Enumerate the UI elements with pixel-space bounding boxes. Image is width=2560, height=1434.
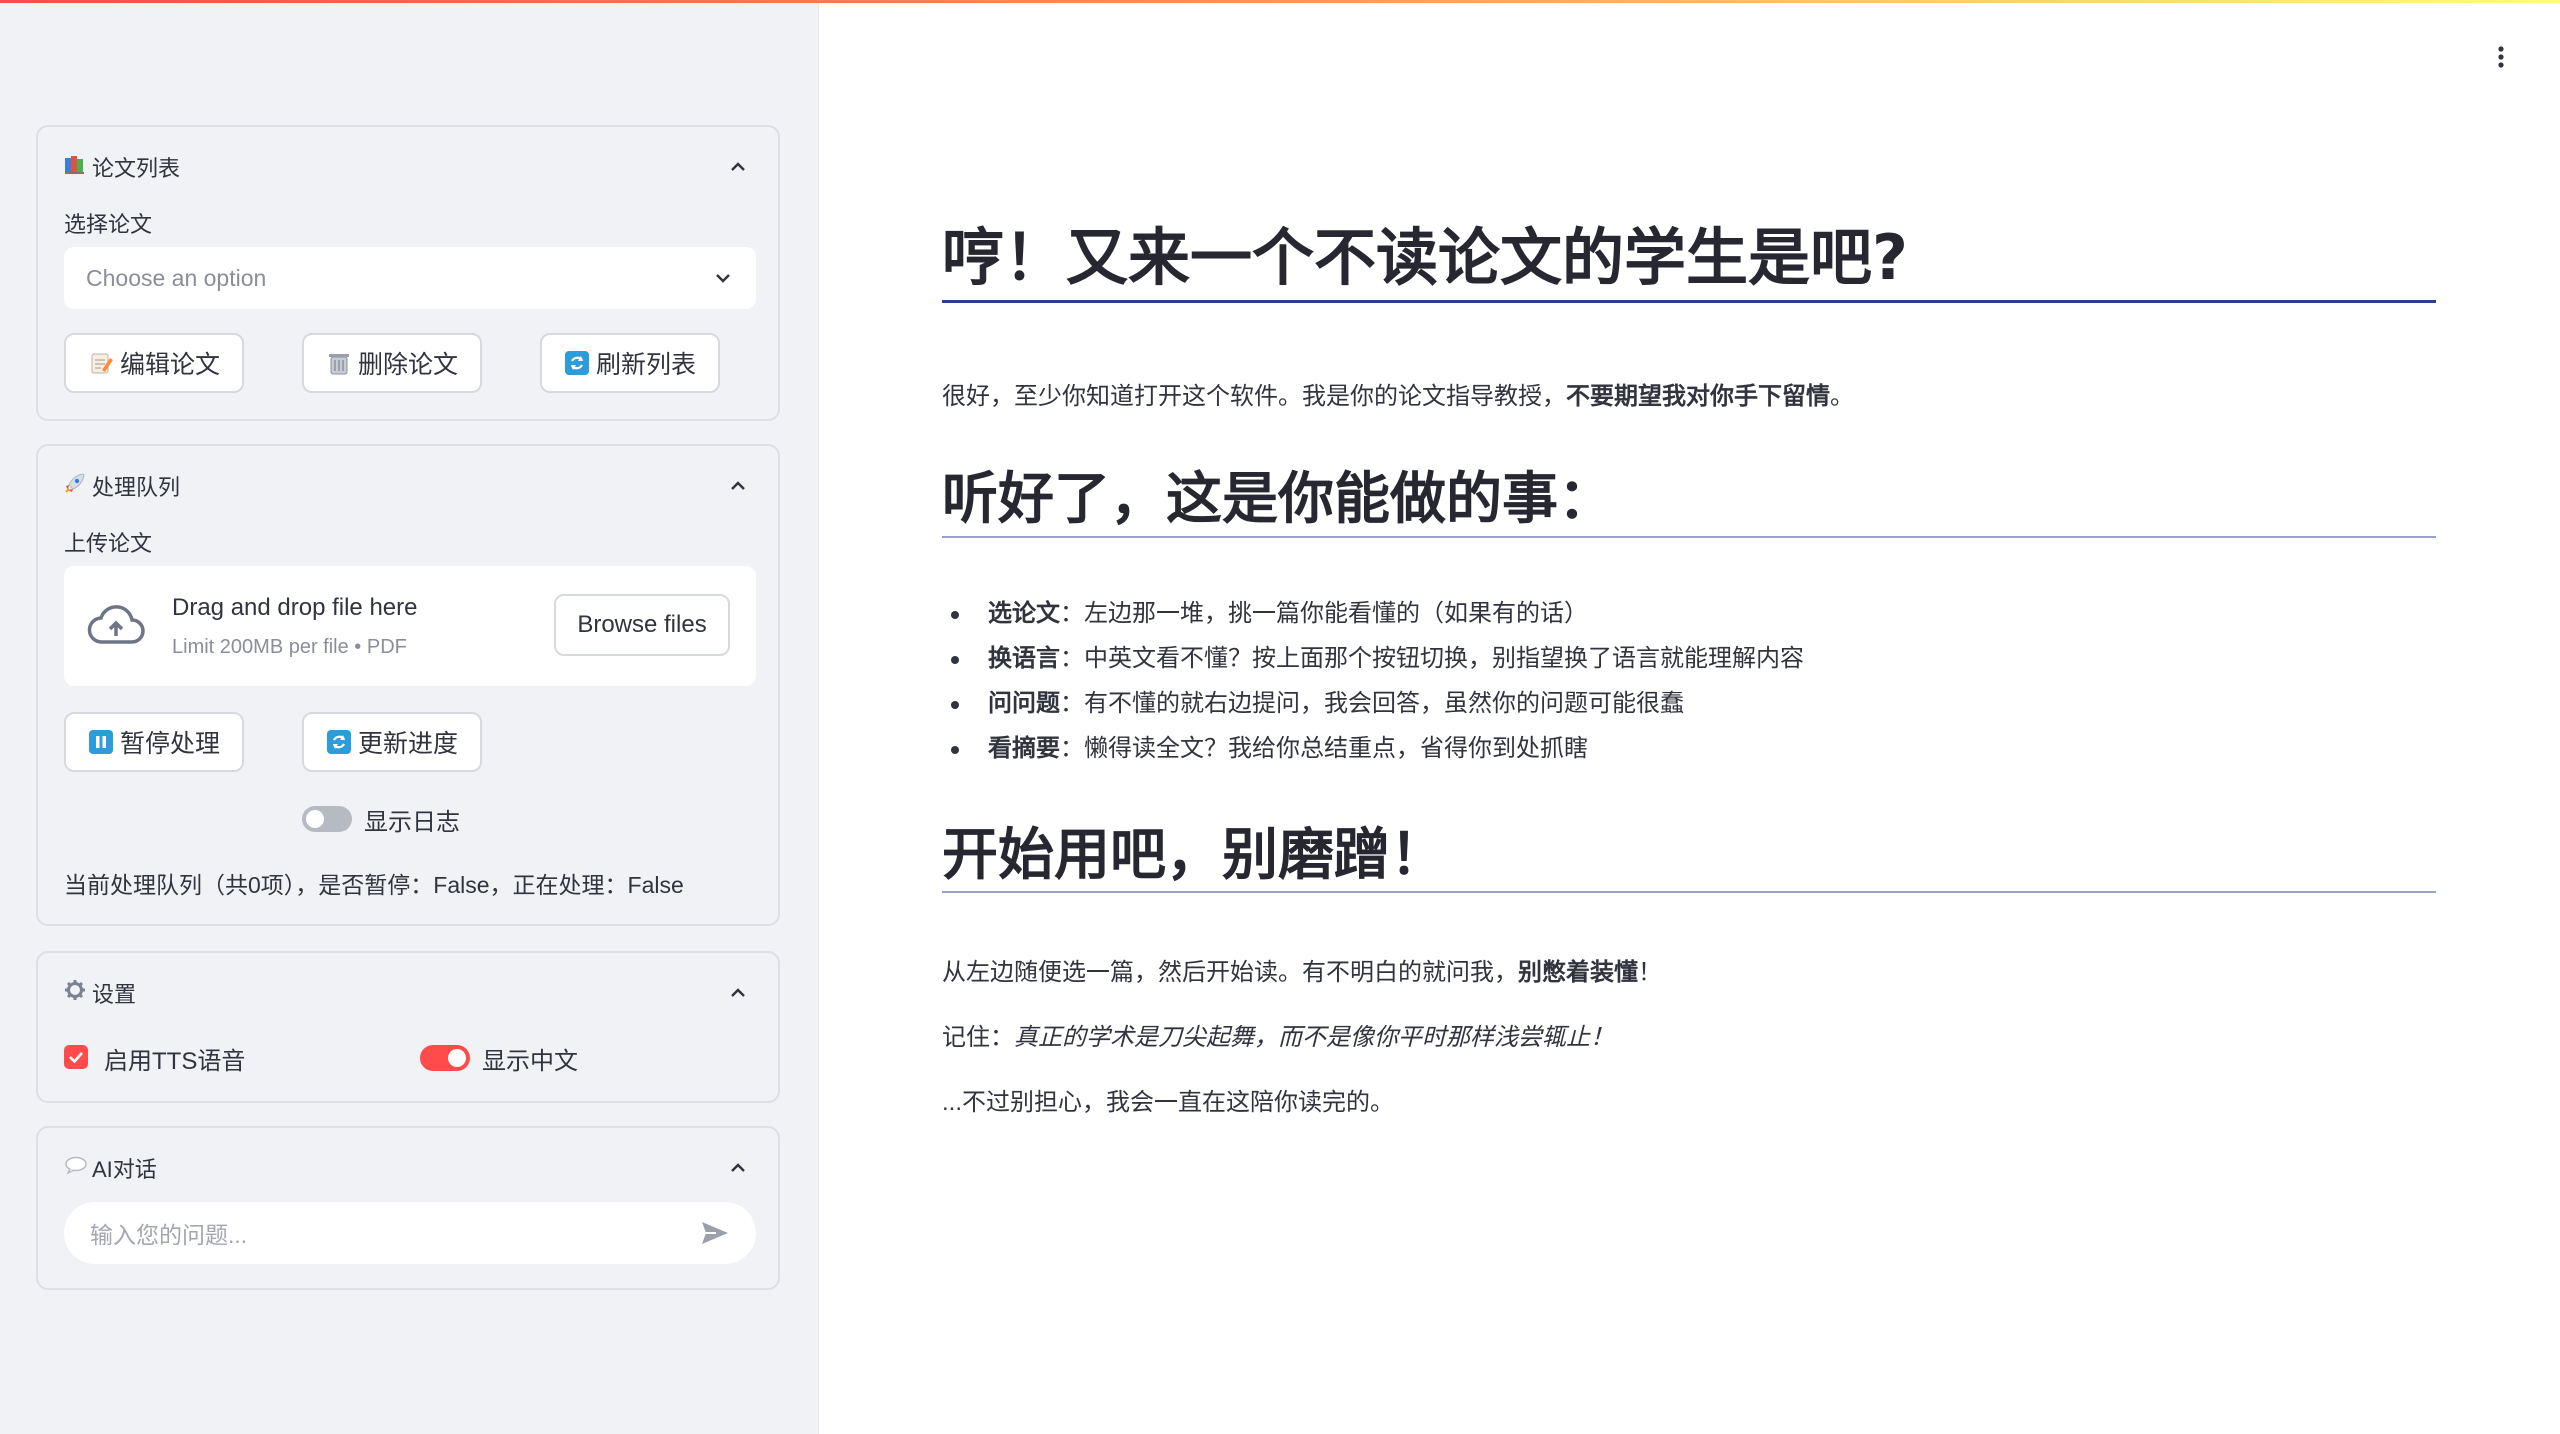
remember-paragraph: 记住：真正的学术是刀尖起舞，而不是像你平时那样浅尝辄止！ xyxy=(942,1017,1614,1052)
gear-icon xyxy=(64,979,92,1007)
show-log-toggle[interactable] xyxy=(302,806,352,832)
ai-chat-header[interactable]: AI对话 xyxy=(64,1148,752,1188)
show-log-label: 显示日志 xyxy=(364,809,460,836)
ai-chat-title: AI对话 xyxy=(92,1157,157,1182)
settings-panel: 设置 启用TTS语音 显示中文 xyxy=(36,951,780,1103)
chevron-up-icon[interactable] xyxy=(724,472,752,500)
toggle-knob xyxy=(448,1049,466,1067)
intro-end: 。 xyxy=(1830,383,1854,410)
title-underline xyxy=(942,300,2436,303)
pause-processing-label: 暂停处理 xyxy=(119,730,220,758)
pause-icon xyxy=(88,730,113,754)
pause-processing-button[interactable]: 暂停处理 xyxy=(64,712,244,772)
send-icon[interactable] xyxy=(700,1220,730,1246)
section-heading-features: 听好了，这是你能做的事： xyxy=(942,467,1614,532)
remember-label: 记住： xyxy=(942,1024,1014,1051)
page-title: 哼！又来一个不读论文的学生是吧? xyxy=(942,221,1908,294)
paper-select[interactable]: Choose an option xyxy=(64,247,756,309)
refresh-list-label: 刷新列表 xyxy=(595,351,696,379)
update-progress-label: 更新进度 xyxy=(357,730,458,758)
edit-paper-label: 编辑论文 xyxy=(119,351,220,379)
upload-paper-label: 上传论文 xyxy=(64,531,153,556)
select-paper-label: 选择论文 xyxy=(64,212,153,237)
delete-paper-button[interactable]: 删除论文 xyxy=(302,333,482,393)
chevron-up-icon[interactable] xyxy=(724,1154,752,1182)
tts-checkbox[interactable] xyxy=(64,1045,88,1069)
feature-name: 问问题 xyxy=(988,690,1060,717)
start-bold: 别憋着装懂 xyxy=(1518,959,1638,986)
ai-chat-panel: AI对话 输入您的问题... xyxy=(36,1126,780,1290)
delete-paper-label: 删除论文 xyxy=(357,351,458,379)
remember-italic: 真正的学术是刀尖起舞，而不是像你平时那样浅尝辄止！ xyxy=(1014,1024,1614,1051)
feature-text: ：有不懂的就右边提问，我会回答，虽然你的问题可能很蠢 xyxy=(1060,690,1684,717)
chevron-down-icon xyxy=(716,274,730,283)
wastebasket-icon xyxy=(328,354,349,375)
file-uploader-dropzone[interactable]: Drag and drop file here Limit 200MB per … xyxy=(64,566,756,686)
paper-list-panel: 论文列表 选择论文 Choose an option 编辑论文 删除论文 刷新列… xyxy=(36,125,780,421)
memo-icon xyxy=(91,353,113,374)
feature-name: 选论文 xyxy=(988,600,1060,627)
queue-header[interactable]: 处理队列 xyxy=(64,466,752,506)
intro-bold: 不要期望我对你手下留情 xyxy=(1566,383,1830,410)
cloud-upload-icon xyxy=(87,605,145,644)
refresh-icon xyxy=(564,351,589,375)
chevron-up-icon[interactable] xyxy=(724,979,752,1007)
queue-status-text: 当前处理队列（共0项），是否暂停：False，正在处理：False xyxy=(64,872,684,898)
books-icon xyxy=(64,153,92,181)
intro-text: 很好，至少你知道打开这个软件。我是你的论文指导教授， xyxy=(942,383,1566,410)
chat-input-placeholder: 输入您的问题... xyxy=(90,1222,248,1248)
list-item: 选论文：左边那一堆，挑一篇你能看懂的（如果有的话） xyxy=(942,591,1804,636)
closing-paragraph: ...不过别担心，我会一直在这陪你读完的。 xyxy=(942,1089,1395,1116)
list-item: 换语言：中英文看不懂？按上面那个按钮切换，别指望换了语言就能理解内容 xyxy=(942,636,1804,681)
chat-input[interactable]: 输入您的问题... xyxy=(64,1202,756,1264)
start-paragraph: 从左边随便选一篇，然后开始读。有不明白的就问我，别憋着装懂！ xyxy=(942,952,1662,987)
update-progress-button[interactable]: 更新进度 xyxy=(302,712,482,772)
intro-paragraph: 很好，至少你知道打开这个软件。我是你的论文指导教授，不要期望我对你手下留情。 xyxy=(942,376,1854,411)
feature-name: 换语言 xyxy=(988,645,1060,672)
settings-header[interactable]: 设置 xyxy=(64,973,752,1013)
feature-name: 看摘要 xyxy=(988,735,1060,762)
rocket-icon xyxy=(64,472,92,500)
upload-limit: Limit 200MB per file • PDF xyxy=(172,636,407,658)
refresh-icon xyxy=(326,730,351,754)
section-heading-start: 开始用吧，别磨蹭！ xyxy=(942,823,1446,888)
start-end: ！ xyxy=(1638,959,1662,986)
start-text: 从左边随便选一篇，然后开始读。有不明白的就问我， xyxy=(942,959,1518,986)
list-item: 问问题：有不懂的就右边提问，我会回答，虽然你的问题可能很蠢 xyxy=(942,681,1804,726)
queue-panel: 处理队列 上传论文 Drag and drop file here Limit … xyxy=(36,444,780,926)
toggle-knob xyxy=(306,810,324,828)
paper-select-placeholder: Choose an option xyxy=(86,264,267,291)
section-underline xyxy=(942,536,2436,538)
more-vertical-icon[interactable] xyxy=(2488,44,2514,70)
paper-list-title: 论文列表 xyxy=(92,156,181,181)
speech-bubble-icon xyxy=(64,1155,92,1181)
settings-title: 设置 xyxy=(92,982,137,1007)
upload-instruction: Drag and drop file here xyxy=(172,594,418,621)
feature-text: ：中英文看不懂？按上面那个按钮切换，别指望换了语言就能理解内容 xyxy=(1060,645,1804,672)
show-chinese-label: 显示中文 xyxy=(482,1048,578,1075)
feature-text: ：懒得读全文？我给你总结重点，省得你到处抓瞎 xyxy=(1060,735,1588,762)
checkmark-icon xyxy=(69,1052,83,1064)
chevron-up-icon[interactable] xyxy=(724,153,752,181)
refresh-list-button[interactable]: 刷新列表 xyxy=(540,333,720,393)
show-chinese-toggle[interactable] xyxy=(420,1045,470,1071)
edit-paper-button[interactable]: 编辑论文 xyxy=(64,333,244,393)
tts-label: 启用TTS语音 xyxy=(104,1048,246,1075)
paper-list-header[interactable]: 论文列表 xyxy=(64,147,752,187)
sidebar: 论文列表 选择论文 Choose an option 编辑论文 删除论文 刷新列… xyxy=(0,3,819,1434)
queue-title: 处理队列 xyxy=(92,475,181,500)
list-item: 看摘要：懒得读全文？我给你总结重点，省得你到处抓瞎 xyxy=(942,726,1804,771)
section-underline xyxy=(942,891,2436,893)
browse-files-button[interactable]: Browse files xyxy=(554,594,730,656)
feature-list: 选论文：左边那一堆，挑一篇你能看懂的（如果有的话） 换语言：中英文看不懂？按上面… xyxy=(942,591,1804,771)
feature-text: ：左边那一堆，挑一篇你能看懂的（如果有的话） xyxy=(1060,600,1588,627)
